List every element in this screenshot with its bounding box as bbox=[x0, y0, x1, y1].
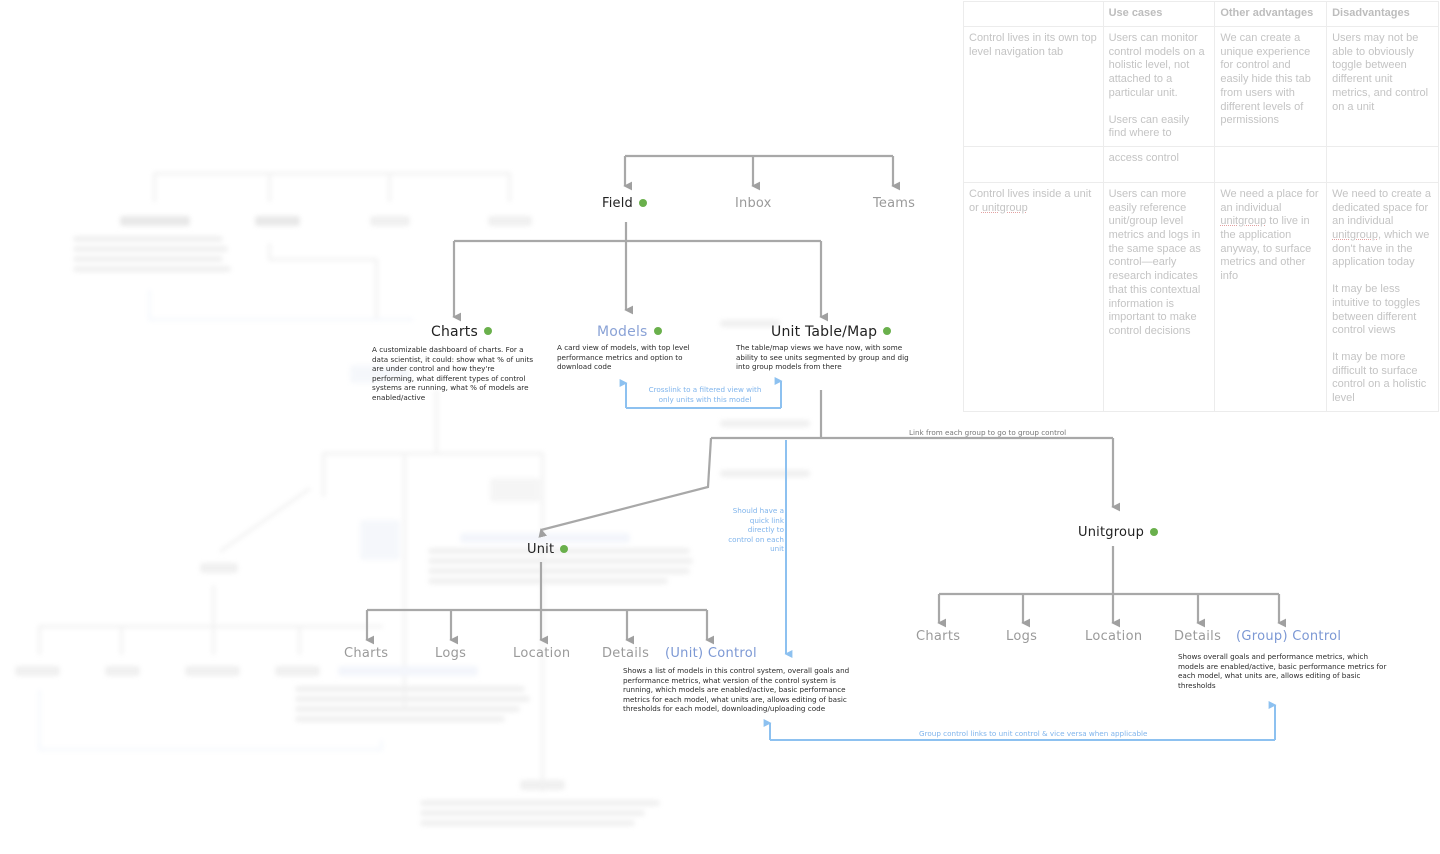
unit-leaf-location[interactable]: Location bbox=[513, 646, 570, 661]
spellcheck-word: unitgroup bbox=[981, 201, 1028, 214]
cell-text: We need a place for an individual bbox=[1220, 187, 1319, 214]
table-header: Other advantages bbox=[1214, 1, 1328, 27]
status-dot-icon bbox=[483, 327, 492, 335]
node-models[interactable]: Models bbox=[597, 324, 662, 340]
status-dot-icon bbox=[560, 544, 569, 553]
unit-table-map-description: The table/map views we have now, with so… bbox=[736, 343, 909, 372]
cell-text: We need to create a dedicated space for … bbox=[1332, 187, 1431, 228]
table-row: access control bbox=[963, 145, 1439, 183]
comparison-table: Use cases Other advantages Disadvantages… bbox=[963, 1, 1439, 412]
cell-paragraph: We need to create a dedicated space for … bbox=[1332, 188, 1433, 270]
group-leaf-details[interactable]: Details bbox=[1174, 629, 1221, 644]
node-label: Charts bbox=[431, 324, 478, 340]
nav-item-inbox[interactable]: Inbox bbox=[735, 196, 772, 211]
table-header-row: Use cases Other advantages Disadvantages bbox=[963, 1, 1439, 27]
quick-link-annotation: Should have a quick link directly to con… bbox=[728, 506, 784, 554]
cell-paragraph: Users can more easily reference unit/gro… bbox=[1108, 187, 1201, 337]
spellcheck-word: unitgroup bbox=[1220, 215, 1267, 228]
group-control-description: Shows overall goals and performance metr… bbox=[1178, 652, 1387, 690]
table-cell-disadvantages: We need to create a dedicated space for … bbox=[1326, 181, 1439, 412]
table-row: Control lives inside a unit or unitgroup… bbox=[963, 181, 1439, 412]
table-cell-disadvantages bbox=[1326, 145, 1439, 183]
cell-paragraph: Users can easily find where to bbox=[1108, 113, 1190, 140]
unit-leaf-control[interactable]: (Unit) Control bbox=[665, 646, 757, 661]
table-cell-option: Control lives inside a unit or unitgroup bbox=[963, 181, 1104, 412]
group-leaf-charts[interactable]: Charts bbox=[916, 629, 960, 644]
charts-description: A customizable dashboard of charts. For … bbox=[372, 345, 534, 402]
table-cell-option bbox=[963, 145, 1104, 183]
arrow-to-unit bbox=[538, 437, 713, 538]
group-unit-link-annotation: Group control links to unit control & vi… bbox=[919, 729, 1148, 738]
cell-paragraph: We can create a unique experience for co… bbox=[1220, 32, 1311, 127]
nav-item-field[interactable]: Field bbox=[602, 196, 648, 211]
crosslink-annotation: Crosslink to a filtered view with only u… bbox=[648, 385, 762, 404]
unit-control-description: Shows a list of models in this control s… bbox=[623, 666, 850, 714]
table-cell-other-advantages: We need a place for an individual unitgr… bbox=[1214, 181, 1328, 412]
table-header: Use cases bbox=[1102, 1, 1216, 27]
table-header bbox=[963, 1, 1104, 27]
spellcheck-word: unitgroup bbox=[1332, 229, 1378, 242]
node-label: Unitgroup bbox=[1078, 525, 1145, 540]
table-cell-use-cases: access control bbox=[1102, 145, 1216, 183]
node-charts[interactable]: Charts bbox=[431, 324, 492, 340]
unit-leaf-charts[interactable]: Charts bbox=[344, 646, 388, 661]
table-cell-other-advantages: We can create a unique experience for co… bbox=[1214, 26, 1328, 147]
group-leaf-logs[interactable]: Logs bbox=[1006, 629, 1037, 644]
unit-leaf-details[interactable]: Details bbox=[602, 646, 649, 661]
status-dot-icon bbox=[883, 327, 892, 335]
node-label: Models bbox=[597, 324, 648, 340]
cell-paragraph: Users may not be able to obviously toggl… bbox=[1332, 32, 1429, 113]
nav-item-label: Field bbox=[602, 196, 634, 211]
table-cell-use-cases: Users can more easily reference unit/gro… bbox=[1102, 181, 1216, 412]
status-dot-icon bbox=[1150, 527, 1159, 536]
nav-item-label: Teams bbox=[873, 196, 916, 211]
table-cell-disadvantages: Users may not be able to obviously toggl… bbox=[1326, 26, 1439, 147]
group-leaf-location[interactable]: Location bbox=[1085, 629, 1142, 644]
nav-item-teams[interactable]: Teams bbox=[873, 196, 915, 211]
table-header: Disadvantages bbox=[1326, 1, 1439, 27]
cell-paragraph: It may be more difficult to surface cont… bbox=[1332, 350, 1427, 405]
group-link-annotation: Link from each group to go to group cont… bbox=[909, 428, 1067, 437]
cell-paragraph: Users can monitor control models on a ho… bbox=[1108, 32, 1205, 99]
table-row: Control lives in its own top level navig… bbox=[963, 26, 1439, 147]
table-cell-option: Control lives in its own top level navig… bbox=[963, 26, 1104, 147]
nav-item-label: Inbox bbox=[735, 196, 772, 211]
table-cell-other-advantages bbox=[1214, 145, 1328, 183]
node-unitgroup[interactable]: Unitgroup bbox=[1078, 525, 1159, 540]
status-dot-icon bbox=[639, 198, 648, 207]
node-unit-table-map[interactable]: Unit Table/Map bbox=[771, 324, 892, 340]
node-label: Unit Table/Map bbox=[771, 324, 878, 340]
status-dot-icon bbox=[653, 327, 662, 335]
node-label: Unit bbox=[527, 542, 555, 557]
cell-paragraph: It may be less intuitive to toggles betw… bbox=[1332, 283, 1421, 337]
models-description: A card view of models, with top level pe… bbox=[557, 343, 690, 372]
table-cell-use-cases: Users can monitor control models on a ho… bbox=[1102, 26, 1216, 147]
unit-leaf-logs[interactable]: Logs bbox=[435, 646, 466, 661]
group-leaf-control[interactable]: (Group) Control bbox=[1236, 629, 1341, 644]
node-unit[interactable]: Unit bbox=[527, 542, 569, 557]
